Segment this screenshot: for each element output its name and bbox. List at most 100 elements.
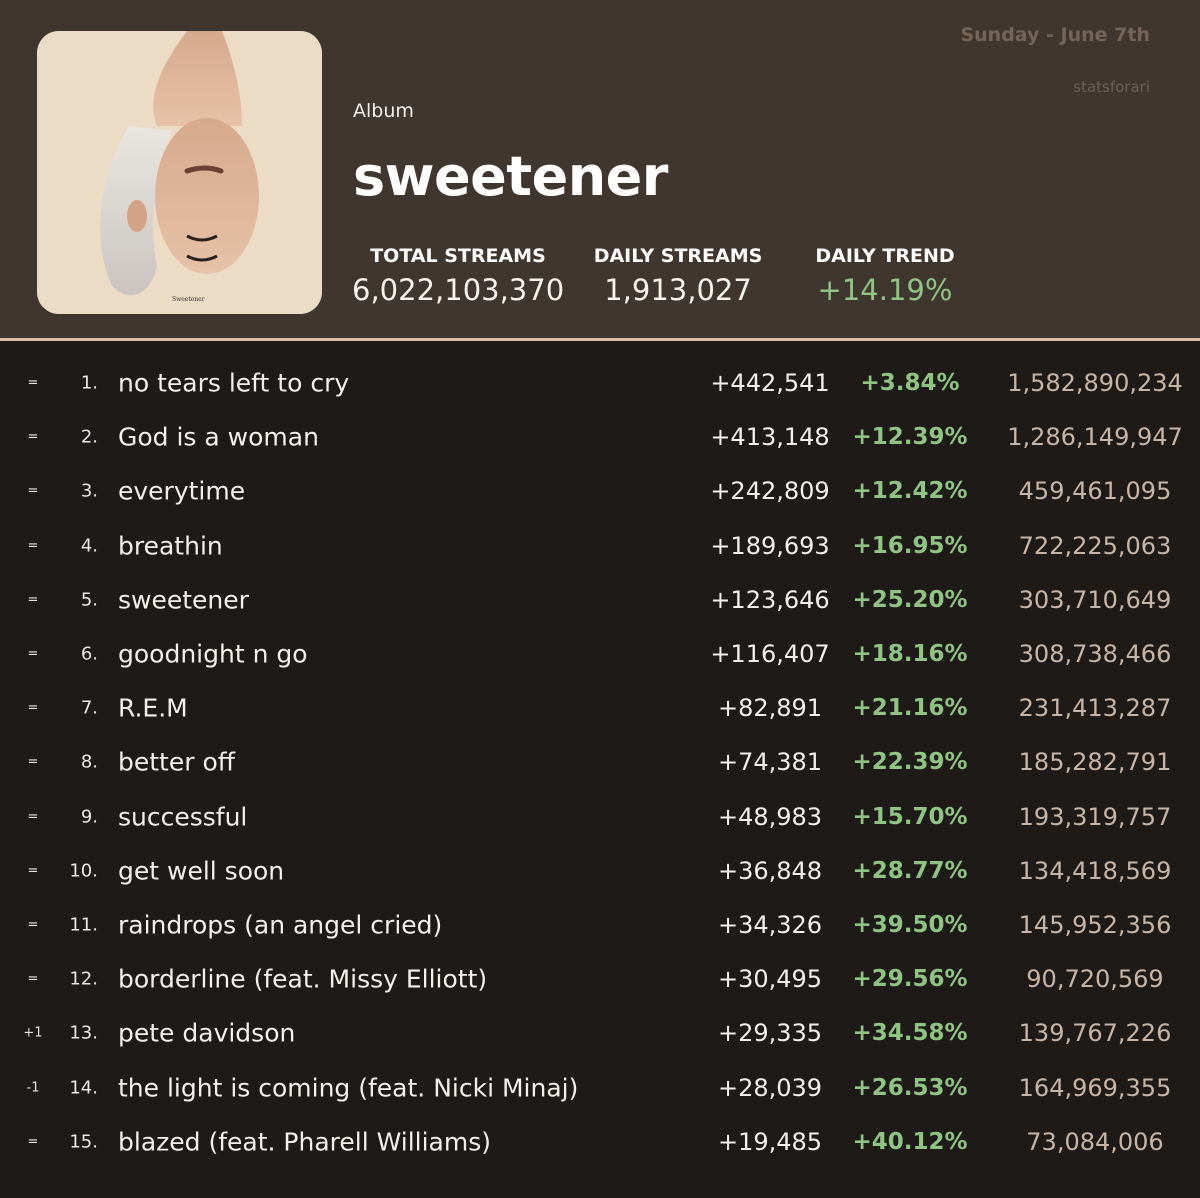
daily-change-percent: +40.12% bbox=[852, 1128, 968, 1155]
total-streams: 231,413,287 bbox=[1018, 694, 1172, 723]
daily-trend-value: +14.19% bbox=[817, 273, 953, 307]
daily-change-percent: +29.56% bbox=[852, 966, 968, 993]
daily-streams: +34,326 bbox=[717, 910, 823, 939]
track-rank: 2. bbox=[80, 426, 98, 448]
daily-streams: +74,381 bbox=[717, 748, 823, 777]
date-label: Sunday - June 7th bbox=[960, 24, 1150, 46]
total-streams: 1,286,149,947 bbox=[1007, 423, 1183, 452]
track-row: = 12. borderline (feat. Missy Elliott) +… bbox=[0, 952, 1200, 1006]
total-streams: 722,225,063 bbox=[1018, 531, 1172, 560]
track-title: raindrops (an angel cried) bbox=[118, 910, 443, 940]
position-change: = bbox=[27, 483, 39, 499]
position-change: = bbox=[27, 917, 39, 933]
track-rank: 11. bbox=[69, 914, 98, 936]
daily-streams: +28,039 bbox=[717, 1073, 823, 1102]
track-rank: 8. bbox=[80, 751, 98, 773]
position-change: = bbox=[27, 809, 39, 825]
daily-change-percent: +3.84% bbox=[860, 370, 960, 397]
track-row: = 3. everytime +242,809 +12.42% 459,461,… bbox=[0, 464, 1200, 518]
total-streams: 308,738,466 bbox=[1018, 640, 1172, 669]
daily-streams: +29,335 bbox=[717, 1019, 823, 1048]
daily-trend-label: DAILY TREND bbox=[815, 245, 955, 267]
total-streams: 164,969,355 bbox=[1018, 1073, 1172, 1102]
total-streams: 193,319,757 bbox=[1018, 802, 1172, 831]
track-row: = 11. raindrops (an angel cried) +34,326… bbox=[0, 898, 1200, 952]
daily-streams: +30,495 bbox=[717, 965, 823, 994]
daily-streams: +442,541 bbox=[710, 369, 830, 398]
album-kind-label: Album bbox=[353, 100, 414, 122]
daily-streams: +123,646 bbox=[710, 585, 830, 614]
track-title: God is a woman bbox=[118, 422, 319, 452]
daily-change-percent: +12.42% bbox=[852, 478, 968, 505]
track-rank: 6. bbox=[80, 643, 98, 665]
total-streams: 145,952,356 bbox=[1018, 910, 1172, 939]
total-streams: 185,282,791 bbox=[1018, 748, 1172, 777]
track-title: blazed (feat. Pharell Williams) bbox=[118, 1127, 491, 1157]
track-rank: 9. bbox=[80, 806, 98, 828]
position-change: = bbox=[27, 754, 39, 770]
track-title: better off bbox=[118, 747, 235, 777]
track-rank: 13. bbox=[69, 1022, 98, 1044]
daily-change-percent: +22.39% bbox=[852, 749, 968, 776]
daily-change-percent: +28.77% bbox=[852, 857, 968, 884]
track-title: goodnight n go bbox=[118, 639, 308, 669]
album-header: Sweetener Sunday - June 7th statsforari … bbox=[0, 0, 1200, 341]
track-title: borderline (feat. Missy Elliott) bbox=[118, 964, 488, 994]
position-change: = bbox=[27, 863, 39, 879]
total-streams: 134,418,569 bbox=[1018, 856, 1172, 885]
track-title: R.E.M bbox=[118, 693, 188, 723]
daily-trend-stat: DAILY TREND +14.19% bbox=[800, 245, 970, 307]
total-streams: 1,582,890,234 bbox=[1007, 369, 1183, 398]
track-row: +1 13. pete davidson +29,335 +34.58% 139… bbox=[0, 1006, 1200, 1060]
track-rank: 7. bbox=[80, 697, 98, 719]
track-row: = 2. God is a woman +413,148 +12.39% 1,2… bbox=[0, 410, 1200, 464]
track-rank: 4. bbox=[80, 535, 98, 557]
track-row: = 9. successful +48,983 +15.70% 193,319,… bbox=[0, 790, 1200, 844]
daily-streams: +413,148 bbox=[710, 423, 830, 452]
daily-streams-value: 1,913,027 bbox=[604, 273, 752, 307]
track-title: get well soon bbox=[118, 856, 285, 886]
track-row: = 4. breathin +189,693 +16.95% 722,225,0… bbox=[0, 519, 1200, 573]
album-title: sweetener bbox=[353, 145, 668, 208]
track-title: pete davidson bbox=[118, 1018, 296, 1048]
daily-change-percent: +26.53% bbox=[852, 1074, 968, 1101]
track-row: = 1. no tears left to cry +442,541 +3.84… bbox=[0, 356, 1200, 410]
track-rank: 12. bbox=[69, 968, 98, 990]
daily-change-percent: +12.39% bbox=[852, 424, 968, 451]
daily-streams: +19,485 bbox=[717, 1127, 823, 1156]
daily-streams-label: DAILY STREAMS bbox=[593, 245, 763, 267]
daily-streams: +36,848 bbox=[717, 856, 823, 885]
position-change: = bbox=[27, 538, 39, 554]
account-handle: statsforari bbox=[1073, 78, 1150, 96]
daily-change-percent: +39.50% bbox=[852, 911, 968, 938]
track-title: breathin bbox=[118, 531, 223, 561]
track-rank: 10. bbox=[69, 860, 98, 882]
daily-change-percent: +25.20% bbox=[852, 586, 968, 613]
daily-change-percent: +34.58% bbox=[852, 1020, 968, 1047]
track-title: everytime bbox=[118, 476, 246, 506]
total-streams-label: TOTAL STREAMS bbox=[370, 245, 546, 267]
track-title: no tears left to cry bbox=[118, 368, 350, 398]
daily-change-percent: +16.95% bbox=[852, 532, 968, 559]
track-rank: 3. bbox=[80, 480, 98, 502]
position-change: = bbox=[27, 429, 39, 445]
album-cover-art: Sweetener bbox=[37, 31, 322, 314]
daily-streams-stat: DAILY STREAMS 1,913,027 bbox=[582, 245, 774, 307]
total-streams-stat: TOTAL STREAMS 6,022,103,370 bbox=[352, 245, 564, 307]
track-rank: 5. bbox=[80, 589, 98, 611]
track-rank: 14. bbox=[69, 1077, 98, 1099]
track-row: = 6. goodnight n go +116,407 +18.16% 308… bbox=[0, 627, 1200, 681]
daily-streams: +82,891 bbox=[717, 694, 823, 723]
total-streams: 139,767,226 bbox=[1018, 1019, 1172, 1048]
position-change: = bbox=[27, 375, 39, 391]
daily-streams: +189,693 bbox=[710, 531, 830, 560]
track-title: sweetener bbox=[118, 585, 249, 615]
position-change: +1 bbox=[23, 1025, 43, 1041]
track-row: = 15. blazed (feat. Pharell Williams) +1… bbox=[0, 1115, 1200, 1169]
total-streams-value: 6,022,103,370 bbox=[352, 273, 565, 307]
position-change: = bbox=[27, 646, 39, 662]
track-row: = 10. get well soon +36,848 +28.77% 134,… bbox=[0, 844, 1200, 898]
position-change: = bbox=[27, 971, 39, 987]
total-streams: 73,084,006 bbox=[1026, 1127, 1164, 1156]
position-change: = bbox=[27, 592, 39, 608]
